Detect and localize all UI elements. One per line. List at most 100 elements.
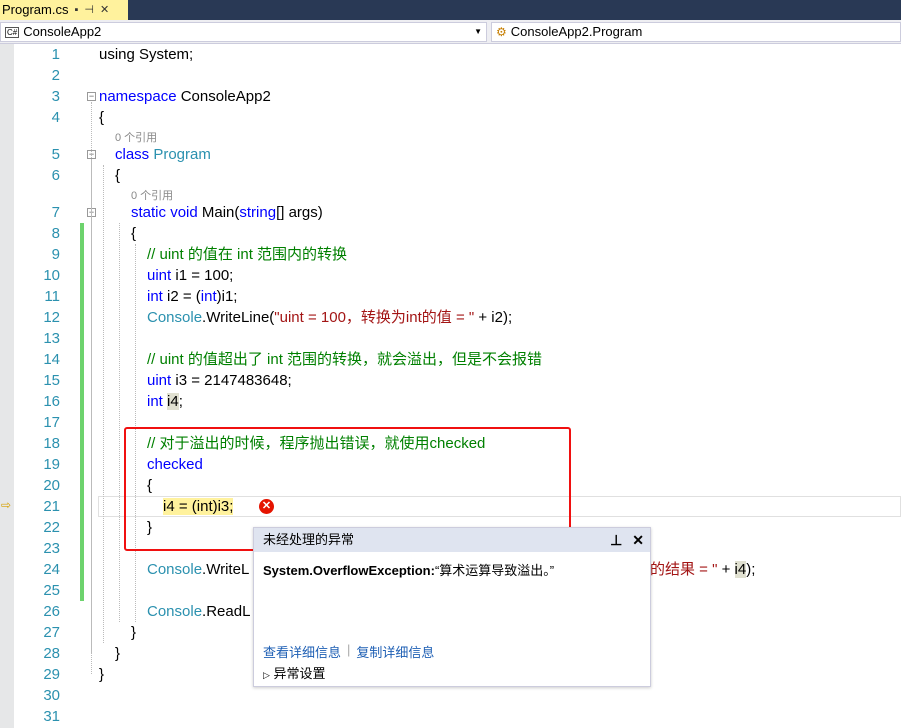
line-number: 22 <box>43 519 60 536</box>
code-line[interactable]: static void Main(string[] args) <box>131 202 323 223</box>
code-token: ConsoleApp2 <box>180 88 271 105</box>
code-token: // uint 的值在 int 范围内的转换 <box>147 246 348 263</box>
code-line[interactable]: namespace ConsoleApp2 <box>99 86 271 107</box>
code-token: uint <box>147 267 176 284</box>
class-dropdown[interactable]: ⚙ ConsoleApp2.Program <box>491 22 901 42</box>
code-token: { <box>131 225 137 242</box>
code-token: )i1; <box>216 288 238 305</box>
line-number: 14 <box>43 351 60 368</box>
navigation-bar: C# ConsoleApp2 ▼ ⚙ ConsoleApp2.Program <box>0 20 901 44</box>
code-token: 的结果 = " <box>650 561 718 578</box>
line-number: 7 <box>51 204 60 221</box>
code-line[interactable]: Console.WriteL <box>147 559 249 580</box>
code-token: .WriteL <box>202 561 250 578</box>
code-line[interactable]: uint i1 = 100; <box>147 265 233 286</box>
code-line[interactable]: uint i3 = 2147483648; <box>147 370 292 391</box>
exception-settings-toggle[interactable]: ▷ 异常设置 <box>263 663 326 682</box>
line-number: 17 <box>43 414 60 431</box>
line-number: 15 <box>43 372 60 389</box>
code-token: [] args) <box>276 204 323 221</box>
expand-triangle-icon: ▷ <box>263 670 270 680</box>
code-token: i1 = 100; <box>175 267 234 284</box>
code-line[interactable]: class Program <box>115 144 211 165</box>
line-number: 21 <box>43 498 60 515</box>
project-name: ConsoleApp2 <box>23 24 102 39</box>
code-line[interactable]: int i2 = (int)i1; <box>147 286 237 307</box>
code-token: int <box>200 288 217 305</box>
code-token: void <box>170 204 202 221</box>
line-number: 11 <box>44 288 60 305</box>
code-token: { <box>115 167 121 184</box>
line-number: 27 <box>43 624 60 641</box>
code-line[interactable]: int i4; <box>147 391 183 412</box>
code-token: int <box>147 288 168 305</box>
code-token: "uint = 100，转换为int的值 = " <box>274 309 475 326</box>
exception-header: 未经处理的异常 ⊥ ✕ <box>254 528 650 552</box>
change-indicator-bar <box>80 223 84 601</box>
code-token: using System; <box>99 46 194 63</box>
class-name: ConsoleApp2.Program <box>510 24 643 39</box>
project-dropdown[interactable]: C# ConsoleApp2 ▼ <box>0 22 487 42</box>
document-tab-bar: Program.cs ▪ ⊣ ✕ <box>0 0 901 20</box>
exception-settings-label: 异常设置 <box>273 666 326 681</box>
code-line[interactable]: } <box>131 622 136 643</box>
divider: | <box>347 642 351 657</box>
exception-type: System.OverflowException: <box>263 563 435 578</box>
code-token: i2 = ( <box>167 288 201 305</box>
exception-popup: 未经处理的异常 ⊥ ✕ System.OverflowException:“算术… <box>253 527 651 687</box>
line-number: 20 <box>43 477 60 494</box>
code-line[interactable]: // uint 的值在 int 范围内的转换 <box>147 244 347 265</box>
view-details-link[interactable]: 查看详细信息 <box>263 642 341 661</box>
indicator-margin <box>0 44 14 728</box>
code-line[interactable]: Console.ReadL <box>147 601 250 622</box>
line-number: 26 <box>43 603 60 620</box>
line-number: 9 <box>51 246 60 263</box>
code-token: i4 <box>167 393 179 410</box>
indent-guide <box>119 223 120 622</box>
tab-title: Program.cs <box>2 2 69 17</box>
code-line[interactable]: { <box>115 165 120 186</box>
code-token: ; <box>178 393 183 410</box>
line-number: 6 <box>51 167 60 184</box>
close-icon[interactable]: ✕ <box>632 528 644 552</box>
code-token: { <box>99 109 105 126</box>
code-line[interactable]: { <box>131 223 136 244</box>
code-token: ); <box>746 561 756 578</box>
exception-text: “算术运算导致溢出。” <box>434 563 555 578</box>
code-token: + i2); <box>474 309 513 326</box>
line-number: 8 <box>51 225 60 242</box>
line-number: 3 <box>51 88 60 105</box>
code-line[interactable]: using System; <box>99 44 193 65</box>
csharp-project-icon: C# <box>5 26 20 38</box>
indent-guide <box>91 218 92 632</box>
line-number: 5 <box>51 146 60 163</box>
line-number: 23 <box>43 540 60 557</box>
code-line[interactable]: } <box>99 664 104 685</box>
code-token: .WriteLine( <box>202 309 275 326</box>
line-number: 4 <box>51 109 60 126</box>
code-line[interactable]: { <box>99 107 104 128</box>
code-token: Console <box>147 603 203 620</box>
code-token: .ReadL <box>202 603 251 620</box>
code-line[interactable]: // uint 的值超出了 int 范围的转换，就会溢出，但是不会报错 <box>147 349 542 370</box>
lock-icon: ▪ <box>74 4 79 16</box>
close-icon[interactable]: ✕ <box>100 0 109 20</box>
code-token: Main( <box>201 204 240 221</box>
code-token: class <box>115 146 154 163</box>
code-token: + <box>717 561 735 578</box>
line-number: 24 <box>43 561 60 578</box>
line-number: 31 <box>43 708 60 725</box>
class-icon: ⚙ <box>496 25 507 39</box>
pin-icon[interactable]: ⊣ <box>84 0 94 20</box>
line-number: 28 <box>43 645 60 662</box>
collapse-icon[interactable]: − <box>87 92 96 101</box>
code-line[interactable]: Console.WriteLine("uint = 100，转换为int的值 =… <box>147 307 512 328</box>
code-token: i4 <box>734 561 747 578</box>
code-line[interactable]: } <box>115 643 120 664</box>
copy-details-link[interactable]: 复制详细信息 <box>356 642 434 661</box>
line-number: 25 <box>43 582 60 599</box>
line-number: 1 <box>51 46 60 63</box>
exception-message: System.OverflowException:“算术运算导致溢出。” <box>263 560 554 579</box>
tab-program-cs[interactable]: Program.cs ▪ ⊣ ✕ <box>0 0 128 20</box>
pin-icon[interactable]: ⊥ <box>610 528 622 552</box>
